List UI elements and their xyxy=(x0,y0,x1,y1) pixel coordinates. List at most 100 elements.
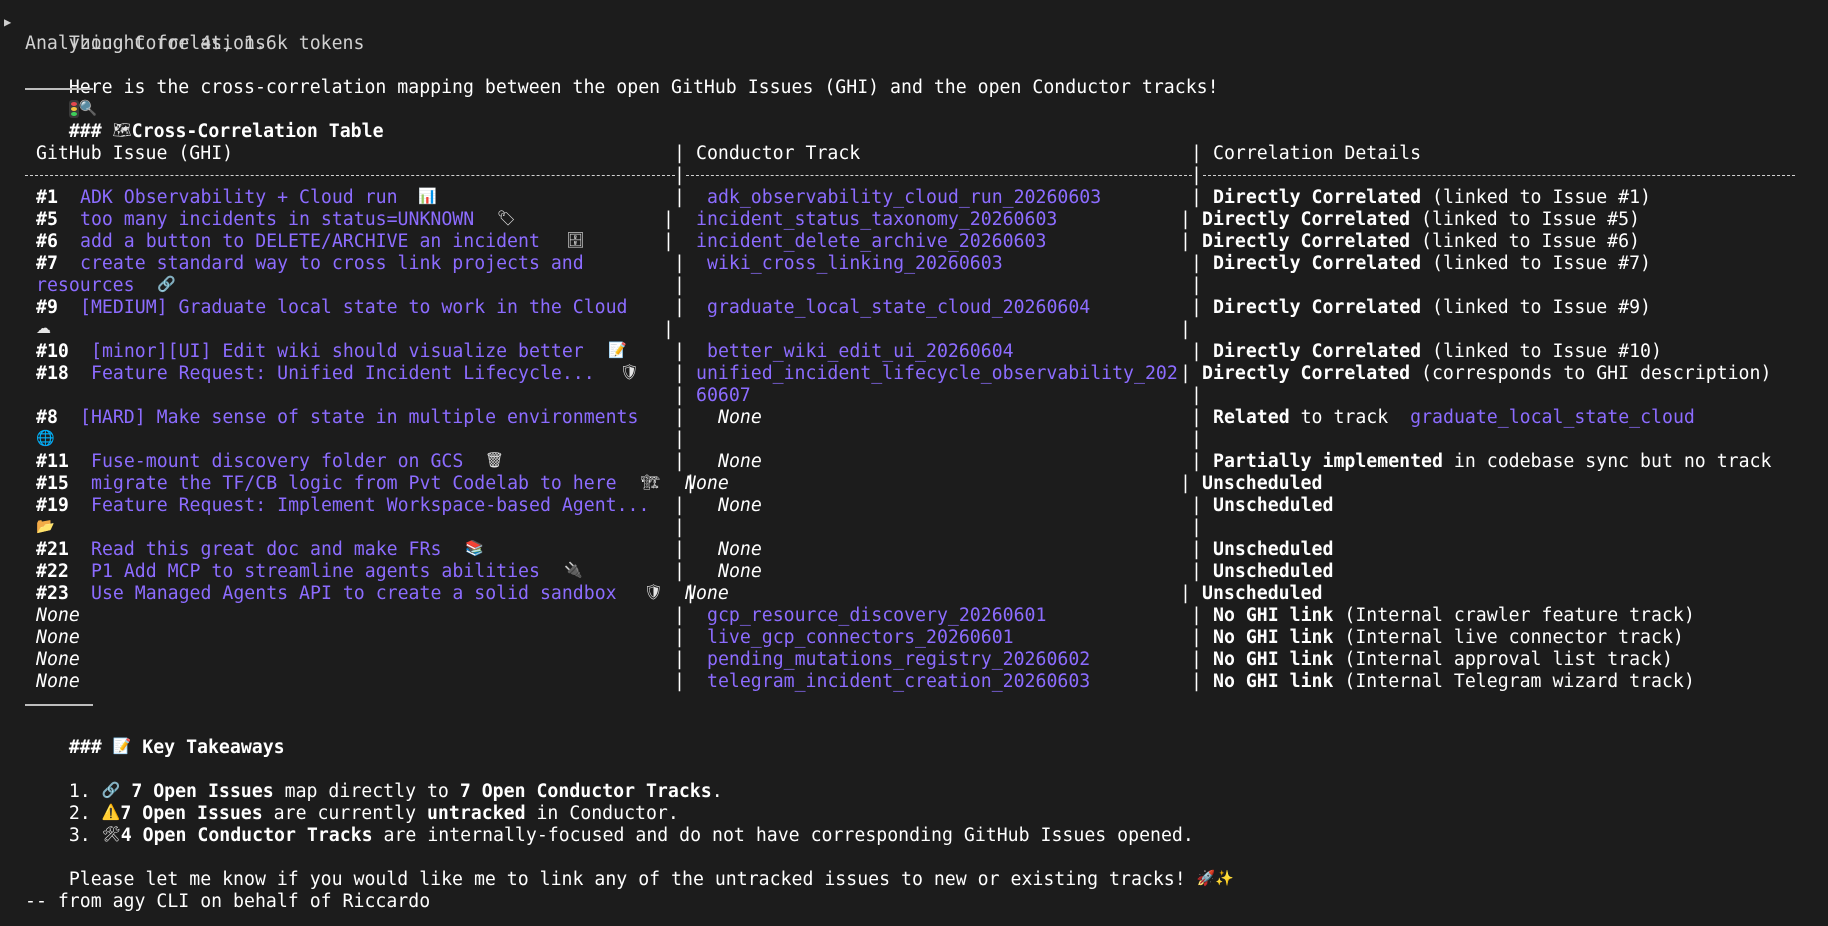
track-link[interactable]: 60607 xyxy=(696,385,751,407)
issue-emoji-icon: 📝 xyxy=(608,341,627,359)
column-separator: | xyxy=(1191,561,1202,582)
column-separator: | xyxy=(1191,187,1202,208)
column-separator: | xyxy=(674,253,685,274)
correlation-details: No GHI link (Internal crawler feature tr… xyxy=(1213,605,1695,627)
correlation-details: Unscheduled xyxy=(1213,539,1333,561)
issue-emoji-icon: 🗑 xyxy=(485,451,505,469)
ghi-title-link[interactable]: P1 Add MCP to streamline agents abilitie… xyxy=(91,561,540,583)
track-link[interactable]: adk_observability_cloud_run_20260603 xyxy=(707,187,1101,209)
track-link[interactable]: pending_mutations_registry_20260602 xyxy=(707,649,1090,671)
correlation-status: No GHI link xyxy=(1213,605,1334,626)
divider xyxy=(0,77,1828,99)
ghi-title-link[interactable]: Fuse-mount discovery folder on GCS xyxy=(91,451,463,473)
column-separator: | xyxy=(1191,429,1202,450)
ghi-number: #11 xyxy=(36,451,69,472)
ghi-none: None xyxy=(36,671,80,692)
column-separator: | xyxy=(674,649,685,670)
closing-line: Please let me know if you would like me … xyxy=(0,847,1828,890)
correlation-note: (Internal live connector track) xyxy=(1333,627,1684,648)
correlation-details: Unscheduled xyxy=(1202,473,1322,495)
correlation-status: Directly Correlated xyxy=(1202,209,1411,230)
ghi-title-link[interactable]: [HARD] Make sense of state in multiple e… xyxy=(80,407,638,429)
correlation-details: Partially implemented in codebase sync b… xyxy=(1213,451,1771,473)
correlation-details: Directly Correlated (linked to Issue #10… xyxy=(1213,341,1662,363)
track-none: None xyxy=(718,539,762,560)
track-none: None xyxy=(718,561,762,582)
table-row: #6 add a button to DELETE/ARCHIVE an inci… xyxy=(0,231,1828,253)
signature-line: -- from agy CLI on behalf of Riccardo xyxy=(25,891,431,912)
track-link[interactable]: unified_incident_lifecycle_observability… xyxy=(696,363,1178,385)
ghi-number: #23 xyxy=(36,583,69,604)
ghi-title-link[interactable]: Read this great doc and make FRs xyxy=(91,539,441,561)
correlation-note: (linked to Issue #9) xyxy=(1421,297,1651,318)
track-link[interactable]: better_wiki_edit_ui_20260604 xyxy=(707,341,1014,363)
column-separator: | xyxy=(674,143,685,164)
correlation-details: Unscheduled xyxy=(1213,495,1333,517)
track-link[interactable]: incident_delete_archive_20260603 xyxy=(696,231,1046,253)
thought-line[interactable]: ▶ Thought for 4s, 1.6k tokens xyxy=(0,11,1828,54)
column-header-ghi: GitHub Issue (GHI) xyxy=(36,143,234,164)
terminal-output: ▶ Thought for 4s, 1.6k tokens Analyzing C… xyxy=(0,11,1828,913)
correlation-status: Related xyxy=(1213,407,1290,428)
ghi-title-link[interactable]: Feature Request: Implement Workspace-bas… xyxy=(91,495,649,517)
column-separator: | xyxy=(1191,385,1202,406)
track-link[interactable]: live_gcp_connectors_20260601 xyxy=(707,627,1014,649)
column-separator: | xyxy=(1191,605,1202,626)
column-separator: | xyxy=(674,517,685,538)
column-separator: | xyxy=(674,605,685,626)
ghi-title-link[interactable]: create standard way to cross link projec… xyxy=(80,253,584,275)
correlation-note: (corresponds to GHI description) xyxy=(1410,363,1772,384)
track-link[interactable]: incident_status_taxonomy_20260603 xyxy=(696,209,1057,231)
column-separator: | xyxy=(674,341,685,362)
ghi-title-link[interactable]: resources xyxy=(36,275,135,297)
ghi-title-link[interactable]: add a button to DELETE/ARCHIVE an incide… xyxy=(80,231,540,253)
ghi-number: #7 xyxy=(36,253,58,274)
column-separator: | xyxy=(663,231,674,252)
track-link[interactable]: wiki_cross_linking_20260603 xyxy=(707,253,1003,275)
table-row: #21 Read this great doc and make FRs 📚 | Non… xyxy=(0,539,1828,561)
expand-caret-icon[interactable]: ▶ xyxy=(4,11,11,33)
table-row: #10 [minor][UI] Edit wiki should visualiz… xyxy=(0,341,1828,363)
track-link[interactable]: gcp_resource_discovery_20260601 xyxy=(707,605,1046,627)
related-track-link[interactable]: graduate_local_state_cloud xyxy=(1410,407,1695,428)
column-separator: | xyxy=(1191,143,1202,164)
correlation-note: (linked to Issue #1) xyxy=(1421,187,1651,208)
correlation-status: Directly Correlated xyxy=(1213,253,1422,274)
column-header-track: Conductor Track xyxy=(696,143,861,164)
ghi-title-link[interactable]: Use Managed Agents API to create a solid… xyxy=(91,583,617,605)
track-link[interactable]: graduate_local_state_cloud_20260604 xyxy=(707,297,1090,319)
issue-emoji-icon: 🔗 xyxy=(157,275,176,293)
correlation-details: Directly Correlated (linked to Issue #5) xyxy=(1202,209,1640,231)
ghi-title-link[interactable]: ADK Observability + Cloud run xyxy=(80,187,398,209)
column-separator: | xyxy=(1180,231,1191,252)
ghi-title-link[interactable]: [MEDIUM] Graduate local state to work in… xyxy=(80,297,628,319)
correlation-note: (Internal approval list track) xyxy=(1333,649,1673,670)
correlation-status: Unscheduled xyxy=(1202,473,1323,494)
correlation-details: Directly Correlated (corresponds to GHI … xyxy=(1202,363,1771,385)
correlation-details: No GHI link (Internal Telegram wizard tr… xyxy=(1213,671,1695,693)
ghi-number: #18 xyxy=(36,363,69,384)
table-row: #23 Use Managed Agents API to create a so… xyxy=(0,583,1828,605)
issue-emoji-icon: 🏷 xyxy=(497,209,517,227)
correlation-status: Directly Correlated xyxy=(1202,231,1411,252)
column-separator: | xyxy=(1191,253,1202,274)
ghi-number: #21 xyxy=(36,539,69,560)
ghi-title-link[interactable]: too many incidents in status=UNKNOWN xyxy=(80,209,474,231)
column-separator: | xyxy=(674,297,685,318)
ghi-none: None xyxy=(36,605,80,626)
correlation-details: Directly Correlated (linked to Issue #9) xyxy=(1213,297,1651,319)
ghi-title-link[interactable]: Feature Request: Unified Incident Lifecy… xyxy=(91,363,595,385)
ghi-title-link[interactable]: [minor][UI] Edit wiki should visualize b… xyxy=(91,341,584,363)
correlation-note: in codebase sync but no track xyxy=(1442,451,1772,472)
correlation-details: Unscheduled xyxy=(1213,561,1333,583)
column-separator: | xyxy=(674,187,685,208)
ghi-title-link[interactable]: migrate the TF/CB logic from Pvt Codelab… xyxy=(91,473,617,495)
table-row-continuation: 🌐 | | xyxy=(0,429,1828,451)
table-divider-row: | | xyxy=(0,165,1828,187)
correlation-status: No GHI link xyxy=(1213,671,1334,692)
column-separator: | xyxy=(1191,341,1202,362)
track-link[interactable]: telegram_incident_creation_20260603 xyxy=(707,671,1090,693)
ghi-none: None xyxy=(36,627,80,648)
correlation-details: Related to track graduate_local_state_cl… xyxy=(1213,407,1695,429)
